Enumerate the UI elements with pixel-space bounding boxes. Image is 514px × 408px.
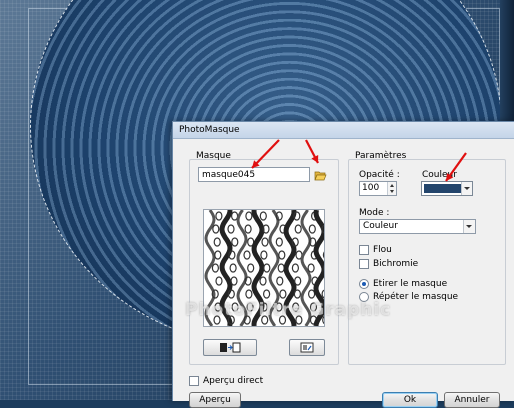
ok-button[interactable]: Ok: [382, 392, 438, 408]
stretch-radio-row[interactable]: Etirer le masque: [359, 279, 447, 289]
apercu-direct-label: Aperçu direct: [203, 376, 264, 386]
bichromie-checkbox[interactable]: [359, 259, 369, 269]
stretch-label: Etirer le masque: [373, 279, 448, 289]
bichromie-label: Bichromie: [373, 259, 419, 269]
opacity-spinner[interactable]: 100: [359, 181, 397, 196]
opacity-label: Opacité :: [359, 170, 400, 180]
invert-mask-button[interactable]: [203, 339, 257, 356]
flou-checkbox[interactable]: [359, 245, 369, 255]
folder-open-icon[interactable]: [313, 168, 327, 182]
bichromie-checkbox-row[interactable]: Bichromie: [359, 259, 418, 269]
color-fill: [424, 184, 462, 193]
chevron-down-icon[interactable]: [463, 220, 475, 233]
photomasque-dialog: PhotoMasque Masque masque045 Paramètres …: [172, 121, 514, 408]
preview-button[interactable]: Aperçu: [189, 392, 241, 408]
watermark-text: PhotoFiltre Graphic: [185, 300, 392, 320]
color-picker[interactable]: [421, 181, 473, 196]
apercu-direct-row[interactable]: Aperçu direct: [189, 376, 263, 386]
masque-group-label: Masque: [196, 151, 231, 161]
color-label: Couleur: [422, 170, 457, 180]
spinner-arrows-icon[interactable]: [387, 182, 396, 195]
dialog-title: PhotoMasque: [173, 122, 514, 139]
flou-checkbox-row[interactable]: Flou: [359, 245, 392, 255]
flou-label: Flou: [373, 245, 392, 255]
mode-select[interactable]: Couleur: [359, 219, 476, 234]
opacity-value: 100: [362, 183, 380, 193]
mode-label: Mode :: [359, 208, 390, 218]
invert-mask-icon: [220, 342, 241, 353]
params-group-label: Paramètres: [355, 151, 407, 161]
edit-mask-button[interactable]: [289, 339, 325, 356]
mode-value: Couleur: [363, 221, 398, 231]
stretch-radio[interactable]: [359, 279, 369, 289]
edit-mask-icon: [300, 342, 314, 353]
dialog-body: Masque masque045 Paramètres Opacité: 10…: [173, 139, 514, 408]
chevron-down-icon[interactable]: [461, 182, 472, 195]
apercu-direct-checkbox[interactable]: [189, 376, 199, 386]
mask-file-field[interactable]: masque045: [198, 167, 310, 182]
cancel-button[interactable]: Annuler: [444, 392, 500, 408]
